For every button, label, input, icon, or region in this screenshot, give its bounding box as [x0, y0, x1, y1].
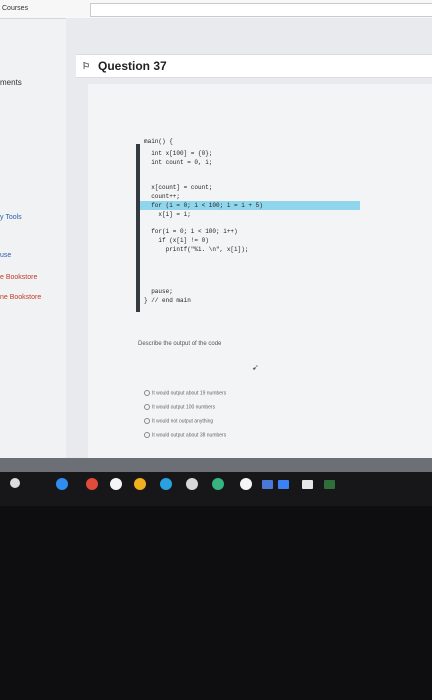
app-icon[interactable] [86, 478, 98, 490]
code-line: printf("%i. \n", x[i]); [144, 246, 249, 253]
option-label: It would output about 19 numbers [152, 390, 227, 397]
sidebar-item-tools[interactable]: y Tools [0, 214, 22, 221]
code-margin-bar [136, 144, 140, 312]
question-title: Question 37 [98, 59, 167, 73]
app-icon[interactable] [262, 480, 273, 489]
code-line: int x[100] = {0}; [144, 150, 213, 157]
browser-bar: Courses [0, 0, 432, 19]
content-area: ⚐ Question 37 main() { int x[100] = {0};… [66, 18, 432, 476]
code-line: count++; [144, 193, 181, 200]
sidebar: ments y Tools use e Bookstore ne Booksto… [0, 18, 66, 458]
app-icon[interactable] [278, 480, 289, 489]
code-line: main() { [144, 138, 173, 145]
option-label: It would output about 38 numbers [152, 432, 227, 439]
option-label: It would not output anything [152, 418, 214, 425]
code-line: x[i] = i; [144, 211, 191, 218]
radio-icon[interactable] [144, 432, 150, 438]
app-icon[interactable] [324, 480, 335, 489]
option-2[interactable]: It would output 100 numbers [144, 404, 215, 410]
sidebar-item-online-bookstore[interactable]: ne Bookstore [0, 294, 41, 301]
code-line: for (i = 0; i < 100; i = i + 5) [144, 202, 263, 209]
flag-icon[interactable]: ⚐ [82, 61, 90, 72]
question-card: main() { int x[100] = {0}; int count = 0… [88, 84, 432, 476]
option-label: It would output 100 numbers [152, 404, 216, 411]
code-line: int count = 0, i; [144, 159, 213, 166]
address-bar[interactable] [90, 3, 432, 17]
mouse-cursor-icon: ➹ [252, 363, 259, 372]
radio-icon[interactable] [144, 404, 150, 410]
sidebar-item-bookstore[interactable]: e Bookstore [0, 274, 37, 281]
radio-icon[interactable] [144, 418, 150, 424]
chrome-icon[interactable] [56, 478, 68, 490]
app-icon[interactable] [212, 478, 224, 490]
option-1[interactable]: It would output about 19 numbers [144, 390, 226, 396]
option-3[interactable]: It would not output anything [144, 418, 213, 424]
app-icon[interactable] [160, 478, 172, 490]
sidebar-item-use[interactable]: use [0, 252, 11, 259]
code-line: pause; [144, 288, 173, 295]
launcher-icon[interactable] [10, 478, 20, 488]
code-line: } // end main [144, 297, 191, 304]
courses-tab[interactable]: Courses [2, 5, 28, 12]
radio-icon[interactable] [144, 390, 150, 396]
app-icon[interactable] [302, 480, 313, 489]
code-line: if (x[i] != 0) [144, 237, 209, 244]
app-icon[interactable] [110, 478, 122, 490]
app-icon[interactable] [240, 478, 252, 490]
question-prompt: Describe the output of the code [138, 341, 222, 347]
app-icon[interactable] [134, 478, 146, 490]
app-icon[interactable] [186, 478, 198, 490]
question-header: ⚐ Question 37 [76, 54, 432, 78]
screen: Courses ments y Tools use e Bookstore ne… [0, 0, 432, 480]
sidebar-item-ments[interactable]: ments [0, 78, 22, 87]
option-4[interactable]: It would output about 38 numbers [144, 432, 226, 438]
code-line: x[count] = count; [144, 184, 213, 191]
code-line: for(i = 0; i < 100; i++) [144, 228, 238, 235]
